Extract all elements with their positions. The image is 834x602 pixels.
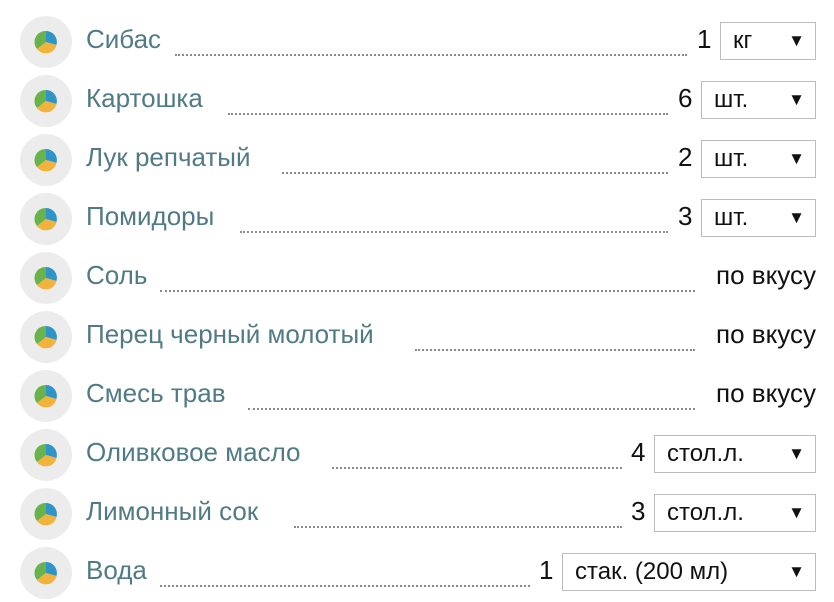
unit-select[interactable]: кг ▼ — [720, 22, 816, 60]
ingredient-row: Смесь трав по вкусу — [0, 367, 834, 425]
dotted-leader — [248, 408, 695, 410]
food-category-icon — [20, 370, 72, 422]
chevron-down-icon: ▼ — [788, 90, 805, 109]
ingredient-name: Оливковое масло — [86, 437, 301, 467]
chevron-down-icon: ▼ — [788, 208, 805, 227]
unit-select-value: шт. — [714, 204, 749, 231]
ingredient-name: Соль — [86, 260, 148, 290]
dotted-leader — [282, 172, 668, 174]
dotted-leader — [240, 231, 668, 233]
dotted-leader — [160, 290, 695, 292]
unit-select[interactable]: стол.л. ▼ — [654, 494, 816, 532]
unit-select-value: кг — [733, 27, 753, 54]
ingredient-name: Лимонный сок — [86, 496, 259, 526]
ingredient-row: Лимонный сок 3 стол.л. ▼ — [0, 485, 834, 543]
ingredient-list: Сибас 1 кг ▼ Картошка 6 шт. ▼ Лук репчат… — [0, 0, 834, 600]
ingredient-name: Смесь трав — [86, 378, 226, 408]
ingredient-name: Помидоры — [86, 201, 215, 231]
chevron-down-icon: ▼ — [788, 503, 805, 522]
unit-select[interactable]: стол.л. ▼ — [654, 435, 816, 473]
ingredient-name: Перец черный молотый — [86, 319, 374, 349]
food-category-icon — [20, 488, 72, 540]
unit-select-value: стол.л. — [667, 440, 744, 467]
chevron-down-icon: ▼ — [788, 444, 805, 463]
unit-select[interactable]: шт. ▼ — [701, 140, 816, 178]
unit-select[interactable]: шт. ▼ — [701, 199, 816, 237]
food-category-icon — [20, 547, 72, 599]
ingredient-quantity: 3 — [678, 201, 693, 231]
chevron-down-icon: ▼ — [788, 31, 805, 50]
food-category-icon — [20, 193, 72, 245]
dotted-leader — [332, 467, 622, 469]
unit-select-value: стол.л. — [667, 499, 744, 526]
ingredient-row: Картошка 6 шт. ▼ — [0, 72, 834, 130]
food-category-icon — [20, 134, 72, 186]
ingredient-quantity: 2 — [678, 142, 693, 172]
ingredient-row: Сибас 1 кг ▼ — [0, 13, 834, 71]
dotted-leader — [160, 585, 530, 587]
ingredient-name: Картошка — [86, 83, 203, 113]
chevron-down-icon: ▼ — [788, 562, 805, 581]
food-category-icon — [20, 75, 72, 127]
unit-select-value: стак. (200 мл) — [575, 558, 729, 585]
ingredient-quantity: 3 — [631, 496, 646, 526]
dotted-leader — [294, 526, 622, 528]
ingredient-amount: по вкусу — [716, 260, 816, 290]
ingredient-row: Вода 1 стак. (200 мл) ▼ — [0, 544, 834, 602]
food-category-icon — [20, 429, 72, 481]
ingredient-amount: по вкусу — [716, 378, 816, 408]
ingredient-quantity: 1 — [697, 24, 712, 54]
unit-select-value: шт. — [714, 86, 749, 113]
food-category-icon — [20, 16, 72, 68]
ingredient-row: Соль по вкусу — [0, 249, 834, 307]
food-category-icon — [20, 311, 72, 363]
unit-select[interactable]: шт. ▼ — [701, 81, 816, 119]
ingredient-name: Лук репчатый — [86, 142, 251, 172]
ingredient-row: Помидоры 3 шт. ▼ — [0, 190, 834, 248]
dotted-leader — [228, 113, 668, 115]
ingredient-name: Вода — [86, 555, 147, 585]
ingredient-quantity: 1 — [539, 555, 554, 585]
ingredient-quantity: 4 — [631, 437, 646, 467]
ingredient-row: Лук репчатый 2 шт. ▼ — [0, 131, 834, 189]
unit-select[interactable]: стак. (200 мл) ▼ — [562, 553, 816, 591]
dotted-leader — [175, 54, 687, 56]
food-category-icon — [20, 252, 72, 304]
dotted-leader — [415, 349, 695, 351]
ingredient-name: Сибас — [86, 24, 162, 54]
ingredient-row: Оливковое масло 4 стол.л. ▼ — [0, 426, 834, 484]
ingredient-row: Перец черный молотый по вкусу — [0, 308, 834, 366]
unit-select-value: шт. — [714, 145, 749, 172]
ingredient-quantity: 6 — [678, 83, 693, 113]
chevron-down-icon: ▼ — [788, 149, 805, 168]
ingredient-amount: по вкусу — [716, 319, 816, 349]
